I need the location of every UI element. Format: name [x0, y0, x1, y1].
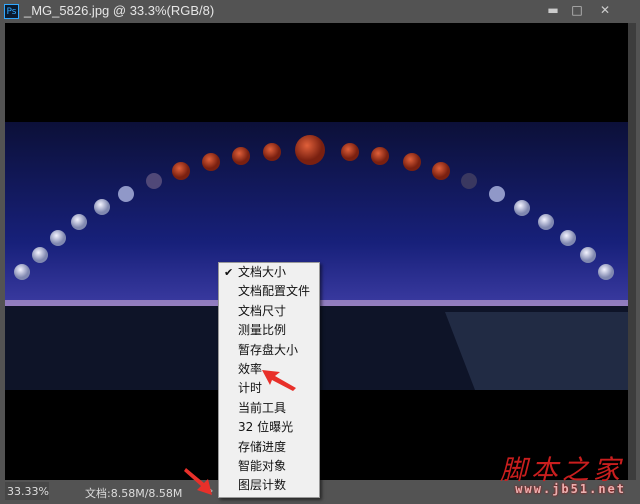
watermark-url: www.jb51.net — [515, 482, 626, 496]
arrow-pointing-status-menu-icon — [184, 468, 212, 495]
arrow-pointing-efficiency-icon — [262, 370, 296, 391]
annotation-arrows — [184, 370, 296, 495]
